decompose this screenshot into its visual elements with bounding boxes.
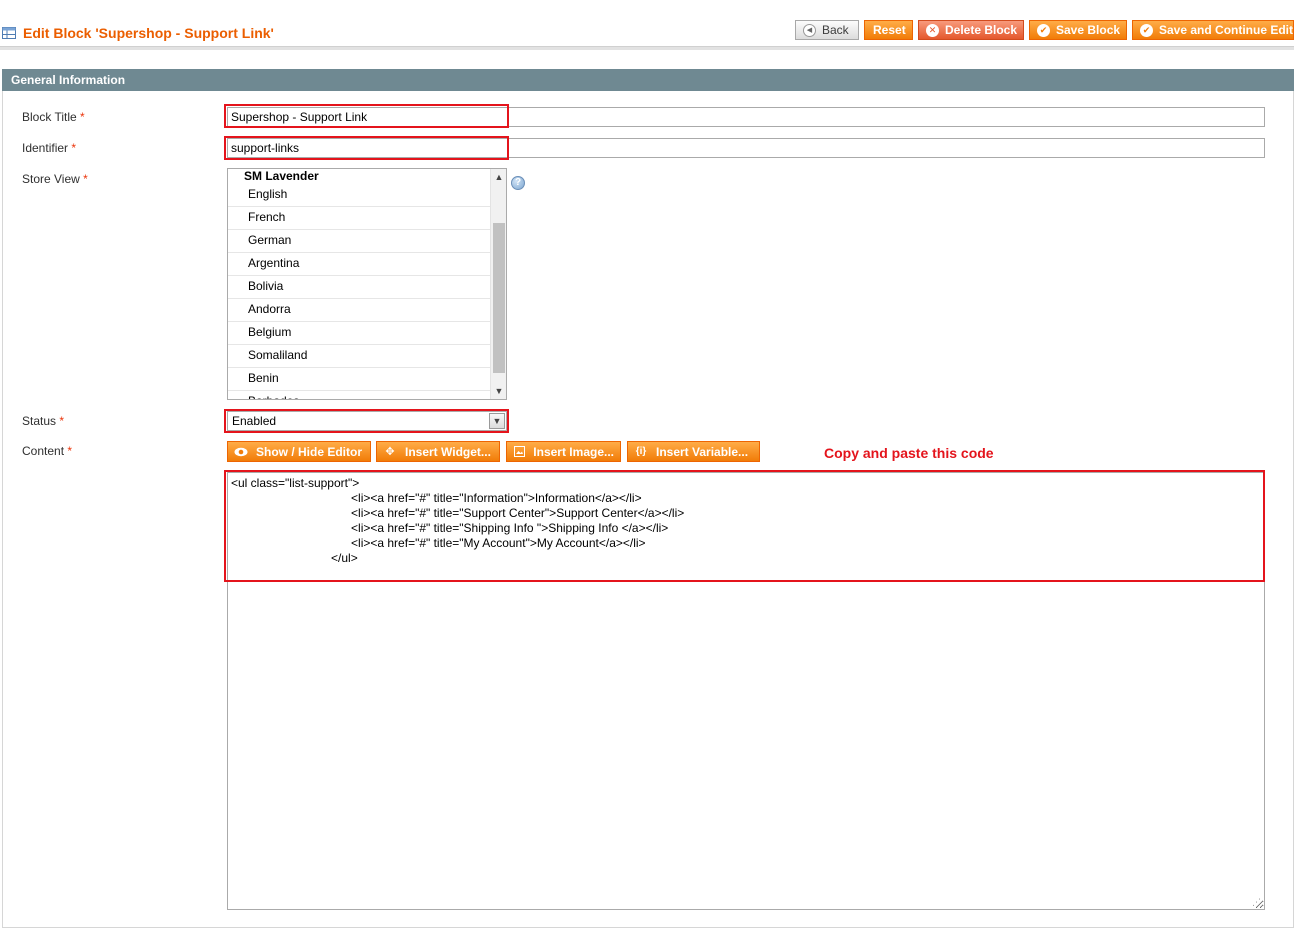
required-marker: * <box>67 444 73 458</box>
identifier-input[interactable] <box>227 138 1265 158</box>
save-check-icon: ✔ <box>1037 23 1050 37</box>
image-icon <box>513 446 525 458</box>
content-label-text: Content <box>22 444 65 458</box>
scrollbar-thumb[interactable] <box>493 223 505 373</box>
widget-arrows-icon: ✥ <box>385 446 395 458</box>
save-continue-check-icon: ✔ <box>1140 23 1153 37</box>
scroll-down-arrow-icon[interactable]: ▼ <box>491 383 506 399</box>
status-label: Status * <box>22 414 64 428</box>
save-block-button-label: Save Block <box>1056 23 1121 37</box>
store-group-label: SM Lavender <box>244 169 319 183</box>
page-header: Edit Block 'Supershop - Support Link' ◀ … <box>0 0 1294 50</box>
store-option[interactable]: Bolivia <box>228 276 490 299</box>
required-marker: * <box>80 110 85 124</box>
required-marker: * <box>83 172 88 186</box>
store-option[interactable]: German <box>228 230 490 253</box>
identifier-label: Identifier * <box>22 141 76 155</box>
store-option[interactable]: Barbados <box>228 391 490 399</box>
status-select[interactable]: Enabled ▼ <box>227 411 507 431</box>
status-selected-value: Enabled <box>232 414 277 428</box>
show-hide-editor-label: Show / Hide Editor <box>256 444 363 459</box>
back-button[interactable]: ◀ Back <box>795 20 859 40</box>
delete-block-button-label: Delete Block <box>945 23 1018 37</box>
chevron-down-icon: ▼ <box>489 413 505 429</box>
store-option[interactable]: Somaliland <box>228 345 490 368</box>
store-option[interactable]: Andorra <box>228 299 490 322</box>
store-option[interactable]: Argentina <box>228 253 490 276</box>
insert-variable-label: Insert Variable... <box>656 444 749 459</box>
copy-paste-annotation: Copy and paste this code <box>824 445 994 461</box>
reset-button[interactable]: Reset <box>864 20 913 40</box>
back-arrow-icon: ◀ <box>803 23 816 37</box>
content-label: Content * <box>22 444 72 458</box>
status-label-text: Status <box>22 414 57 428</box>
help-icon[interactable]: ? <box>511 176 525 190</box>
scroll-up-arrow-icon[interactable]: ▲ <box>491 169 506 185</box>
identifier-label-text: Identifier <box>22 141 69 155</box>
store-option[interactable]: Belgium <box>228 322 490 345</box>
save-continue-button[interactable]: ✔ Save and Continue Edit <box>1132 20 1294 40</box>
block-title-label-text: Block Title <box>22 110 77 124</box>
section-header-general-information: General Information <box>2 69 1294 91</box>
save-block-button[interactable]: ✔ Save Block <box>1029 20 1127 40</box>
insert-widget-button[interactable]: ✥ Insert Widget... <box>376 441 500 462</box>
store-view-multiselect[interactable]: SM Lavender English French German Argent… <box>227 168 507 400</box>
store-view-label: Store View * <box>22 172 88 186</box>
block-title-input[interactable] <box>227 107 1265 127</box>
back-button-label: Back <box>822 23 849 37</box>
block-grid-icon <box>2 27 16 39</box>
insert-widget-label: Insert Widget... <box>405 444 491 459</box>
show-hide-editor-button[interactable]: Show / Hide Editor <box>227 441 371 462</box>
page-title: Edit Block 'Supershop - Support Link' <box>23 25 274 41</box>
required-marker: * <box>71 141 77 155</box>
store-option[interactable]: Benin <box>228 368 490 391</box>
store-option[interactable]: French <box>228 207 490 230</box>
block-title-label: Block Title * <box>22 110 85 124</box>
delete-block-button[interactable]: ✕ Delete Block <box>918 20 1024 40</box>
store-option[interactable]: English <box>228 184 490 207</box>
insert-image-label: Insert Image... <box>533 444 614 459</box>
required-marker: * <box>59 414 65 428</box>
content-textarea[interactable]: <ul class="list-support"> <li><a href="#… <box>227 472 1265 910</box>
delete-x-icon: ✕ <box>926 23 939 37</box>
insert-variable-button[interactable]: {i} Insert Variable... <box>627 441 760 462</box>
variable-braces-icon: {i} <box>635 446 647 457</box>
save-continue-button-label: Save and Continue Edit <box>1159 23 1294 37</box>
resize-grip-icon[interactable]: ⋰ <box>1252 897 1262 907</box>
store-list-scrollbar[interactable]: ▲ ▼ <box>490 169 506 399</box>
store-view-label-text: Store View <box>22 172 80 186</box>
eye-icon <box>234 446 248 458</box>
insert-image-button[interactable]: Insert Image... <box>506 441 621 462</box>
header-divider <box>0 46 1294 50</box>
reset-button-label: Reset <box>873 23 906 37</box>
